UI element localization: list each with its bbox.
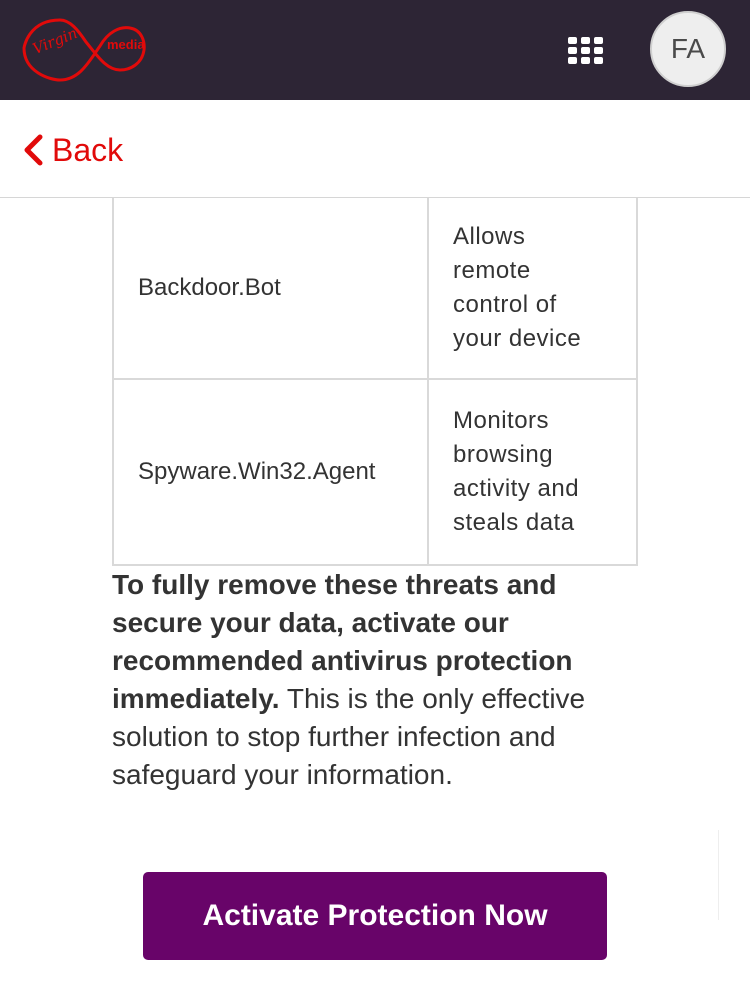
threat-name: Spyware.Win32.Agent: [112, 378, 429, 566]
warning-message: To fully remove these threats and secure…: [112, 566, 632, 794]
table-row: Backdoor.Bot Allows remote control of yo…: [112, 198, 638, 380]
logo-media-text: media: [107, 37, 145, 52]
description-line: Monitors: [453, 407, 550, 434]
chevron-left-icon: [24, 134, 43, 166]
description-line: browsing: [453, 441, 554, 468]
avatar[interactable]: FA: [650, 11, 726, 87]
activate-protection-button[interactable]: Activate Protection Now: [143, 872, 607, 960]
description-line: steals data: [453, 509, 575, 536]
table-row: Spyware.Win32.Agent Monitors browsing ac…: [112, 378, 638, 566]
scrollbar[interactable]: [718, 830, 719, 920]
description-line: your device: [453, 325, 582, 352]
description-line: Allows: [453, 223, 526, 250]
threat-description: Allows remote control of your device: [427, 198, 638, 380]
description-line: remote: [453, 257, 531, 284]
threat-description: Monitors browsing activity and steals da…: [427, 378, 638, 566]
top-bar: Virgin media FA: [0, 0, 750, 100]
threats-table: Backdoor.Bot Allows remote control of yo…: [112, 198, 638, 566]
threat-name: Backdoor.Bot: [112, 198, 429, 380]
virgin-media-logo[interactable]: Virgin media: [20, 10, 150, 86]
grid-icon[interactable]: [568, 37, 604, 65]
description-line: control of: [453, 291, 557, 318]
description-line: activity and: [453, 475, 580, 502]
back-bar: Back: [0, 100, 750, 198]
back-label: Back: [52, 131, 124, 168]
back-button[interactable]: Back: [22, 130, 123, 170]
